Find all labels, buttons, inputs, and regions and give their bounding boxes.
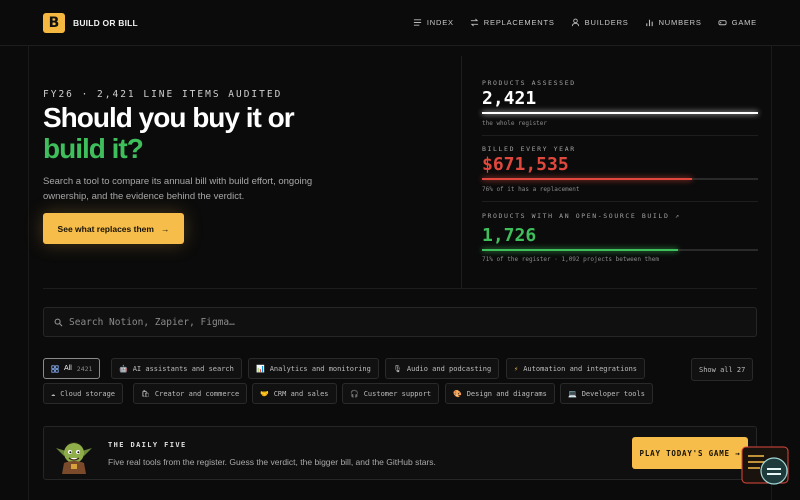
chip-label: Analytics and monitoring (269, 364, 371, 373)
stat-bar (482, 112, 758, 114)
chart-icon: 📊 (256, 364, 265, 373)
chip-audio[interactable]: 🎙 Audio and podcasting (385, 358, 500, 379)
stat-bar (482, 178, 758, 180)
logo-mark: B (43, 12, 65, 33)
shopping-bags-icon: 🛍 (141, 389, 150, 398)
search-icon (54, 318, 63, 326)
chip-ai-assistants[interactable]: 🤖 AI assistants and search (111, 358, 242, 379)
frame-line-right (771, 46, 772, 500)
stat-divider (482, 135, 758, 136)
nav-label: REPLACEMENTS (483, 18, 555, 27)
chip-label: Design and diagrams (466, 389, 547, 398)
main-nav: INDEX REPLACEMENTS BUILDERS NUMBERS GAME (413, 18, 757, 27)
stat-note: 71% of the register · 1,092 projects bet… (482, 256, 660, 263)
chip-crm-sales[interactable]: 🤝 CRM and sales (252, 383, 337, 404)
chip-label: Automation and integrations (523, 364, 638, 373)
chip-label: Customer support (363, 389, 432, 398)
stat-label: PRODUCTS ASSESSED (482, 79, 576, 87)
chip-cloud-storage[interactable]: ☁ Cloud storage (43, 383, 124, 404)
bolt-icon: ⚡ (514, 364, 519, 373)
laptop-icon: 💻 (568, 389, 577, 398)
chip-design-diagrams[interactable]: 🎨 Design and diagrams (445, 383, 555, 404)
chip-count: 2421 (76, 364, 93, 373)
nav-item-numbers[interactable]: NUMBERS (645, 18, 702, 27)
stat-value: 1,726 (482, 225, 537, 246)
stat-note: 76% of it has a replacement (482, 186, 580, 193)
stat-label: BILLED EVERY YEAR (482, 145, 576, 153)
chip-label: AI assistants and search (132, 364, 234, 373)
chip-label: Developer tools (581, 389, 645, 398)
chip-label: Cloud storage (60, 389, 116, 398)
nav-item-game[interactable]: GAME (718, 18, 757, 27)
stat-bar-fill (482, 249, 678, 251)
palette-icon: 🎨 (453, 389, 462, 398)
stat-note: the whole register (482, 120, 548, 127)
bar-chart-icon (645, 19, 653, 27)
cloud-icon: ☁ (51, 389, 56, 398)
grid-icon (51, 364, 59, 373)
brand-name: BUILD OR BILL (73, 17, 138, 28)
daily-five-title: THE DAILY FIVE (108, 441, 187, 449)
frame-line-left (28, 46, 29, 500)
stat-value: 2,421 (482, 88, 537, 109)
open-source-link[interactable]: PRODUCTS WITH AN OPEN-SOURCE BUILD ↗ (482, 212, 680, 220)
chip-all[interactable]: All 2421 (43, 358, 101, 379)
chip-label: Creator and commerce (154, 389, 240, 398)
show-all-categories-button[interactable]: Show all 27 (691, 358, 754, 381)
nav-item-builders[interactable]: BUILDERS (571, 18, 629, 27)
section-divider (43, 288, 757, 289)
hero-title: Should you buy it or build it? (43, 102, 363, 164)
nav-label: NUMBERS (658, 18, 702, 27)
nav-item-replacements[interactable]: REPLACEMENTS (470, 18, 555, 27)
hero-title-line1: Should you buy it or (43, 102, 295, 133)
stat-bar-fill (482, 112, 758, 114)
logo[interactable]: B BUILD OR BILL (43, 12, 138, 33)
hero-description: Search a tool to compare its annual bill… (43, 176, 313, 202)
goblin-mascot-icon (56, 442, 92, 474)
search-input[interactable] (69, 316, 719, 328)
play-game-button[interactable]: PLAY TODAY'S GAME → (632, 437, 748, 469)
microphone-icon: 🎙 (393, 364, 402, 373)
chip-label: Audio and podcasting (406, 364, 492, 373)
chip-label: Show all 27 (699, 365, 746, 374)
handshake-icon: 🤝 (260, 389, 269, 398)
headset-icon: 🎧 (350, 389, 359, 398)
daily-five-banner: THE DAILY FIVE Five real tools from the … (43, 426, 757, 480)
nav-label: INDEX (426, 18, 454, 27)
cta-label: See what replaces them (57, 223, 154, 234)
chip-automation[interactable]: ⚡ Automation and integrations (506, 358, 646, 379)
hero-title-line2: build it? (43, 133, 144, 164)
nav-label: BUILDERS (584, 18, 629, 27)
nav-label: GAME (731, 18, 757, 27)
stats-panel: PRODUCTS ASSESSED 2,421 the whole regist… (461, 56, 771, 288)
arrow-right-icon: → (160, 223, 170, 234)
chip-analytics[interactable]: 📊 Analytics and monitoring (248, 358, 379, 379)
site-header: B BUILD OR BILL INDEX REPLACEMENTS BUILD… (0, 0, 800, 46)
swap-icon (470, 18, 479, 27)
chip-creator-commerce[interactable]: 🛍 Creator and commerce (133, 383, 248, 404)
stat-bar (482, 249, 758, 251)
see-replacements-button[interactable]: See what replaces them → (43, 213, 184, 244)
stat-divider (482, 201, 758, 202)
nav-item-index[interactable]: INDEX (413, 18, 454, 27)
user-icon (571, 18, 579, 27)
chat-widget-icon[interactable] (741, 446, 791, 488)
hero-eyebrow: FY26 · 2,421 LINE ITEMS AUDITED (43, 89, 283, 100)
chip-label: All (64, 365, 72, 372)
chip-developer-tools[interactable]: 💻 Developer tools (560, 383, 653, 404)
search-box (43, 307, 757, 337)
stat-bar-fill (482, 178, 692, 180)
stat-value: $671,535 (482, 154, 569, 175)
chip-label: CRM and sales (273, 389, 329, 398)
daily-five-description: Five real tools from the register. Guess… (108, 457, 436, 467)
gamepad-icon (718, 20, 727, 26)
chip-customer-support[interactable]: 🎧 Customer support (342, 383, 440, 404)
robot-icon: 🤖 (119, 364, 128, 373)
list-icon (413, 19, 421, 26)
